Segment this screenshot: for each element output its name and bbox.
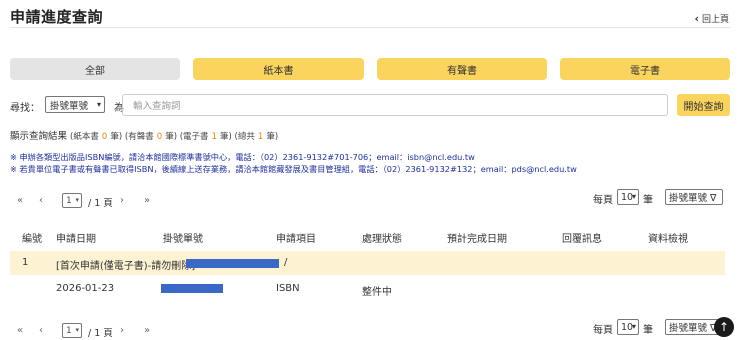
scroll-top-button[interactable]: ↑ — [714, 317, 734, 337]
first-page-icon[interactable]: « — [17, 195, 23, 206]
per-page-unit: 筆 — [643, 195, 653, 206]
chevron-down-icon: ▾ — [631, 192, 636, 201]
row-status: 整件中 — [362, 287, 392, 298]
summary-total-count: 1 — [257, 132, 264, 142]
per-page-select[interactable]: 10 ▾ — [617, 319, 639, 335]
last-page-icon[interactable]: » — [144, 195, 150, 206]
col-reply: 回覆訊息 — [562, 234, 602, 245]
per-page-label: 每頁 — [593, 195, 613, 206]
back-link-label: 回上頁 — [701, 15, 729, 25]
note-deposit: ※ 若貴單位電子書或有聲書已取得ISBN，後續線上送存業務，請洽本館館藏發展及書… — [10, 164, 577, 174]
last-page-icon[interactable]: » — [144, 325, 150, 336]
chevron-left-icon: ‹ — [694, 12, 699, 25]
sort-select-value: 掛號單號 ∇ — [669, 193, 717, 204]
page-total: / 1 頁 — [88, 328, 113, 339]
col-view: 資料檢視 — [648, 234, 688, 245]
summary-suffix: 筆) — [266, 132, 279, 142]
page-select-value: 1 — [66, 325, 72, 336]
tab-ebooks[interactable]: 電子書 — [560, 58, 730, 80]
header-divider — [10, 27, 730, 28]
search-bar: 尋找： 掛號單號 ▾ 為 輸入查詢詞 開始查詢 — [10, 94, 730, 116]
search-button[interactable]: 開始查詢 — [677, 94, 730, 116]
note-isbn: ※ 申辦各類型出版品ISBN編號，請洽本館國際標準書號中心，電話：（02）236… — [10, 152, 475, 162]
tab-paper-books[interactable]: 紙本書 — [193, 58, 364, 80]
search-field-select[interactable]: 掛號單號 ▾ — [45, 96, 105, 113]
prev-page-icon[interactable]: ‹ — [39, 325, 43, 336]
back-link[interactable]: ‹ 回上頁 — [694, 12, 729, 25]
summary-ebook-count: 1 — [211, 132, 217, 142]
next-page-icon[interactable]: › — [120, 195, 124, 206]
tab-audio-books[interactable]: 有聲書 — [377, 58, 547, 80]
per-page-bottom: 每頁 10 ▾ 筆 掛號單號 ∇ — [593, 319, 730, 336]
chevron-down-icon: ▾ — [75, 326, 79, 334]
col-item: 申請項目 — [276, 234, 316, 245]
row-number: 1 — [22, 257, 29, 268]
arrow-up-icon: ↑ — [718, 320, 730, 334]
per-page-unit: 筆 — [643, 325, 653, 336]
col-expected-date: 預計完成日期 — [447, 234, 507, 245]
table-row[interactable]: 1 [首次申請(僅電子書)-請勿刪除] / — [10, 251, 725, 275]
redacted-block — [186, 259, 279, 268]
row-title: [首次申請(僅電子書)-請勿刪除] — [56, 261, 196, 272]
first-page-icon[interactable]: « — [17, 325, 23, 336]
per-page-top: 每頁 10 ▾ 筆 掛號單號 ∇ — [593, 189, 730, 206]
pager-bottom: « ‹ 1 ▾ / 1 頁 › » — [17, 323, 167, 340]
per-page-select[interactable]: 10 ▾ — [617, 189, 639, 205]
summary-audio-label: 筆) (有聲書 — [110, 132, 154, 142]
sort-select[interactable]: 掛號單號 ∇ — [665, 189, 723, 205]
category-tabs: 全部 紙本書 有聲書 電子書 — [10, 58, 730, 80]
page-title: 申請進度查詢 — [10, 8, 104, 26]
chevron-down-icon: ▾ — [631, 322, 636, 331]
table-header: 編號 申請日期 掛號單號 申請項目 處理狀態 預計完成日期 回覆訊息 資料檢視 — [10, 226, 730, 246]
result-summary: 顯示查詢結果 (紙本書 0 筆) (有聲書 0 筆) (電子書 1 筆) (總共… — [10, 128, 278, 142]
page-select-value: 1 — [66, 195, 72, 206]
col-apply-date: 申請日期 — [56, 234, 96, 245]
summary-total-label: 筆) (總共 — [220, 132, 255, 142]
row-item: ISBN — [276, 283, 300, 294]
search-label: 尋找： — [10, 103, 40, 114]
next-page-icon[interactable]: › — [120, 325, 124, 336]
sort-select-value: 掛號單號 ∇ — [669, 323, 717, 334]
chevron-down-icon: ▾ — [96, 100, 101, 109]
col-number: 編號 — [22, 234, 42, 245]
search-field-value: 掛號單號 — [50, 100, 89, 112]
summary-audio-count: 0 — [156, 132, 163, 142]
col-tracking-no: 掛號單號 — [163, 234, 203, 245]
tab-all[interactable]: 全部 — [10, 58, 180, 80]
prev-page-icon[interactable]: ‹ — [39, 195, 43, 206]
summary-paper-label: (紙本書 — [70, 132, 99, 142]
summary-prefix: 顯示查詢結果 — [10, 131, 68, 142]
summary-ebook-label: 筆) (電子書 — [165, 132, 209, 142]
col-status: 處理狀態 — [362, 234, 402, 245]
page-total: / 1 頁 — [88, 198, 113, 209]
contact-notes: ※ 申辦各類型出版品ISBN編號，請洽本館國際標準書號中心，電話：（02）236… — [10, 151, 577, 175]
row-apply-date: 2026-01-23 — [56, 283, 115, 294]
page-select[interactable]: 1 ▾ — [62, 323, 82, 338]
search-input[interactable]: 輸入查詢詞 — [122, 94, 668, 116]
summary-paper-count: 0 — [101, 132, 108, 142]
page-select[interactable]: 1 ▾ — [62, 193, 82, 208]
row-slash: / — [284, 257, 288, 268]
pager-top: « ‹ 1 ▾ / 1 頁 › » — [17, 193, 167, 211]
redacted-tracking-no — [161, 284, 223, 293]
chevron-down-icon: ▾ — [75, 196, 79, 204]
table-row[interactable]: 2026-01-23 ISBN 整件中 — [10, 279, 725, 299]
per-page-label: 每頁 — [593, 325, 613, 336]
